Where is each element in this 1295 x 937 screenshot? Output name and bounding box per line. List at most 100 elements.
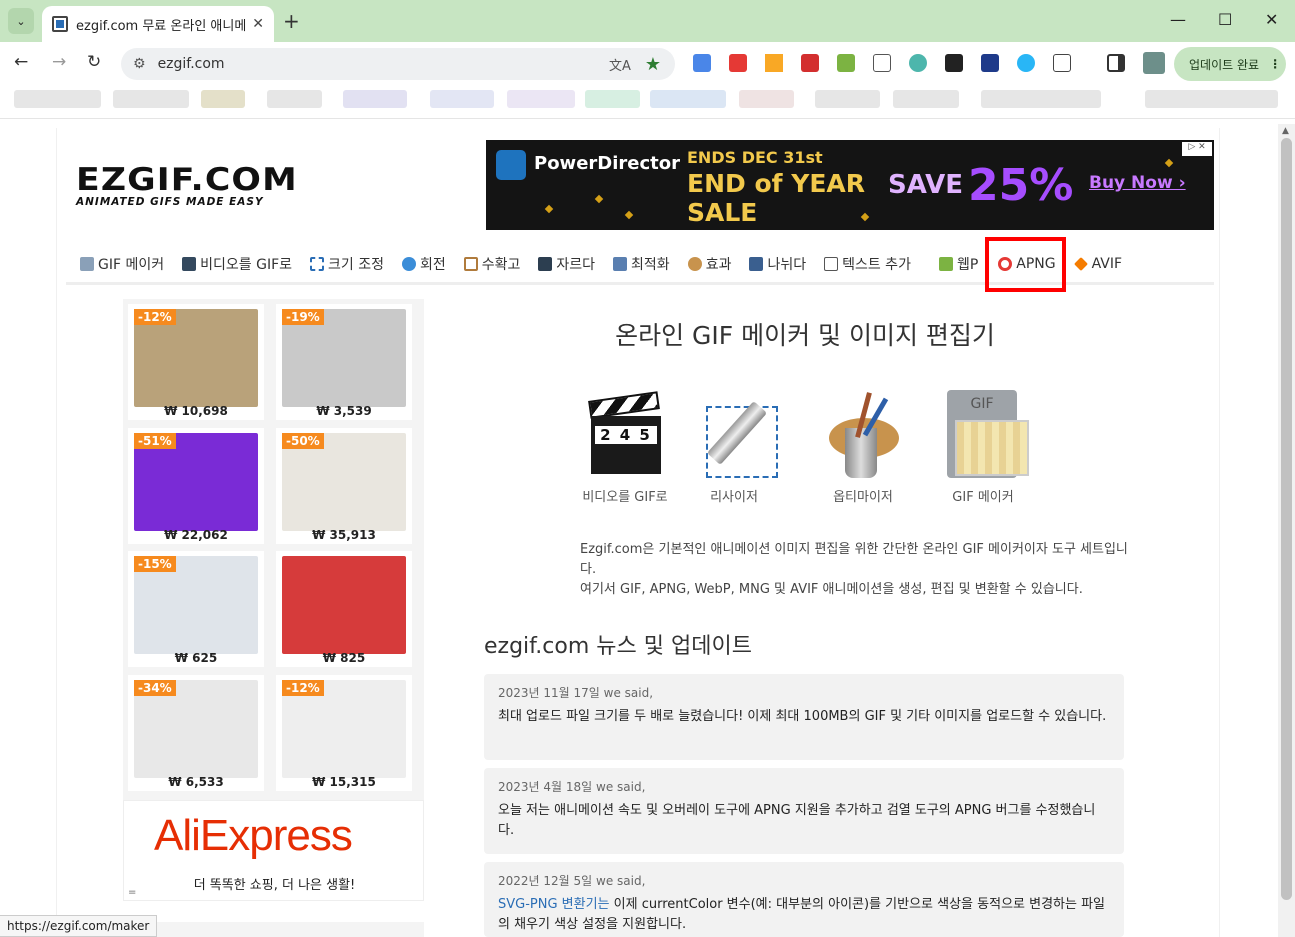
address-bar[interactable]: ⚙ ezgif.com 文A ★: [121, 48, 675, 80]
tool-menu: GIF 메이커 비디오를 GIF로 크기 조정 회전 수확고 자르다 최적화 효…: [80, 252, 1140, 276]
menu-add-text[interactable]: 텍스트 추가: [824, 254, 911, 274]
forward-button[interactable]: →: [52, 52, 66, 72]
bookmark-item[interactable]: [430, 90, 494, 108]
bookmark-item[interactable]: [981, 90, 1101, 108]
menu-gif-maker[interactable]: GIF 메이커: [80, 254, 164, 274]
extension-chat-icon[interactable]: [1017, 54, 1035, 72]
side-panel-icon[interactable]: [1107, 54, 1125, 72]
news-date: 2022년 12월 5일: [498, 874, 593, 888]
menu-webp[interactable]: 웹P: [938, 254, 978, 274]
rotate-icon: [402, 257, 416, 271]
menu-rotate[interactable]: 회전: [402, 254, 446, 274]
back-button[interactable]: ←: [14, 52, 28, 72]
menu-crop[interactable]: 수확고: [463, 254, 520, 274]
menu-resize[interactable]: 크기 조정: [310, 254, 384, 274]
product-card[interactable]: -51% ₩ 22,062: [128, 428, 264, 544]
reload-button[interactable]: ↻: [87, 52, 101, 72]
news-item: 2023년 11월 17일 we said, 최대 업로드 파일 크기를 두 배…: [484, 674, 1124, 760]
ad-choices-icon[interactable]: ▷ ✕: [1182, 142, 1212, 156]
extension-dark-icon[interactable]: [945, 54, 963, 72]
gif-maker-icon: [80, 257, 94, 271]
product-card[interactable]: -34% ₩ 6,533: [128, 675, 264, 791]
product-card[interactable]: -19% ₩ 3,539: [276, 304, 412, 420]
bookmark-item[interactable]: [113, 90, 189, 108]
ad-banner[interactable]: PowerDirector ENDS DEC 31st END of YEAR …: [486, 140, 1214, 230]
bookmark-item[interactable]: [585, 90, 640, 108]
product-card[interactable]: -12% ₩ 15,315: [276, 675, 412, 791]
tool-label: 옵티마이저: [833, 490, 893, 505]
menu-video-to-gif[interactable]: 비디오를 GIF로: [182, 254, 292, 274]
ad-line1: END of YEAR: [687, 169, 865, 198]
svg-png-link[interactable]: SVG-PNG 변환기는: [498, 897, 610, 912]
product-card[interactable]: -15% ₩ 625: [128, 551, 264, 667]
resize-icon: [310, 257, 325, 271]
ad-save: SAVE: [888, 170, 963, 200]
menu-split[interactable]: 나뉘다: [749, 254, 806, 274]
menu-avif[interactable]: AVIF: [1073, 256, 1122, 272]
pdf-extension-icon[interactable]: [801, 54, 819, 72]
bookmark-item[interactable]: [650, 90, 726, 108]
product-price: ₩ 22,062: [164, 528, 228, 542]
browser-tab[interactable]: ezgif.com 무료 온라인 애니메이 ✕: [42, 6, 274, 42]
tab-search-button[interactable]: ⌄: [8, 8, 34, 34]
tool-resizer[interactable]: 리사이저: [679, 388, 789, 505]
chevron-down-icon: ⌄: [16, 14, 26, 28]
bookmark-item[interactable]: [739, 90, 794, 108]
extension-red-icon[interactable]: [729, 54, 747, 72]
bookmark-item[interactable]: [1145, 90, 1278, 108]
translate-extension-icon[interactable]: [693, 54, 711, 72]
minimize-button[interactable]: —: [1170, 10, 1186, 29]
scrollbar-thumb[interactable]: [1281, 138, 1292, 900]
bookmark-item[interactable]: [815, 90, 880, 108]
translate-icon[interactable]: 文A: [609, 55, 631, 74]
product-card[interactable]: ₩ 825: [276, 551, 412, 667]
scroll-up-icon[interactable]: ▲: [1282, 126, 1289, 136]
bookmark-extension-icon[interactable]: [873, 54, 891, 72]
bookmark-item[interactable]: [893, 90, 959, 108]
webp-icon: [938, 257, 953, 271]
product-card[interactable]: -12% ₩ 10,698: [128, 304, 264, 420]
product-price: ₩ 3,539: [316, 404, 372, 418]
update-button[interactable]: 업데이트 완료 ⋮: [1174, 47, 1286, 81]
bookmark-item[interactable]: [507, 90, 575, 108]
webp-highlight-box: [985, 237, 1066, 292]
tool-gif-maker[interactable]: GIF GIF 메이커: [928, 388, 1038, 505]
ad-percent: 25%: [968, 160, 1074, 211]
menu-cut[interactable]: 자르다: [538, 254, 595, 274]
sparkle-icon: [594, 194, 604, 204]
avatar[interactable]: [1143, 52, 1165, 74]
close-window-button[interactable]: ✕: [1265, 10, 1278, 29]
clapper-digits: 2 4 5: [595, 426, 657, 444]
aliexpress-mark: =: [128, 887, 137, 898]
ad-buy-now-link[interactable]: Buy Now ›: [1089, 173, 1186, 193]
download-extension-icon[interactable]: [765, 54, 783, 72]
scrollbar[interactable]: ▲: [1278, 124, 1295, 937]
bookmark-item[interactable]: [14, 90, 101, 108]
extension-teal-icon[interactable]: [909, 54, 927, 72]
new-tab-button[interactable]: +: [283, 9, 300, 33]
tool-video-to-gif[interactable]: 2 4 5 비디오를 GIF로: [570, 388, 680, 505]
browser-toolbar: ← → ↻ ⚙ ezgif.com 文A ★ 업데이트 완료 ⋮: [0, 42, 1295, 86]
close-tab-icon[interactable]: ✕: [252, 16, 264, 32]
discount-badge: -51%: [134, 433, 176, 449]
news-body: 최대 업로드 파일 크기를 두 배로 늘렸습니다! 이제 최대 100MB의 G…: [498, 709, 1107, 724]
bookmark-item[interactable]: [267, 90, 322, 108]
extensions-puzzle-icon[interactable]: [1053, 54, 1071, 72]
gif-label: GIF: [970, 396, 994, 412]
url-text[interactable]: ezgif.com: [158, 56, 609, 72]
extension-blue-icon[interactable]: [981, 54, 999, 72]
product-card[interactable]: -50% ₩ 35,913: [276, 428, 412, 544]
aliexpress-ad[interactable]: AliExpress 더 똑똑한 쇼핑, 더 나은 생활! =: [123, 800, 424, 901]
bookmark-item[interactable]: [343, 90, 407, 108]
product-price: ₩ 15,315: [312, 775, 376, 789]
tool-optimizer[interactable]: 옵티마이저: [808, 388, 918, 505]
bookmark-star-icon[interactable]: ★: [645, 54, 661, 75]
text-icon: [824, 257, 839, 271]
menu-effects[interactable]: 효과: [687, 254, 731, 274]
bookmark-item[interactable]: [201, 90, 245, 108]
maximize-button[interactable]: ☐: [1218, 10, 1232, 29]
site-logo[interactable]: EZGIF.COM ANIMATED GIFS MADE EASY: [76, 165, 297, 209]
menu-optimize[interactable]: 최적화: [613, 254, 670, 274]
plant-extension-icon[interactable]: [837, 54, 855, 72]
site-info-icon[interactable]: ⚙: [133, 56, 146, 72]
